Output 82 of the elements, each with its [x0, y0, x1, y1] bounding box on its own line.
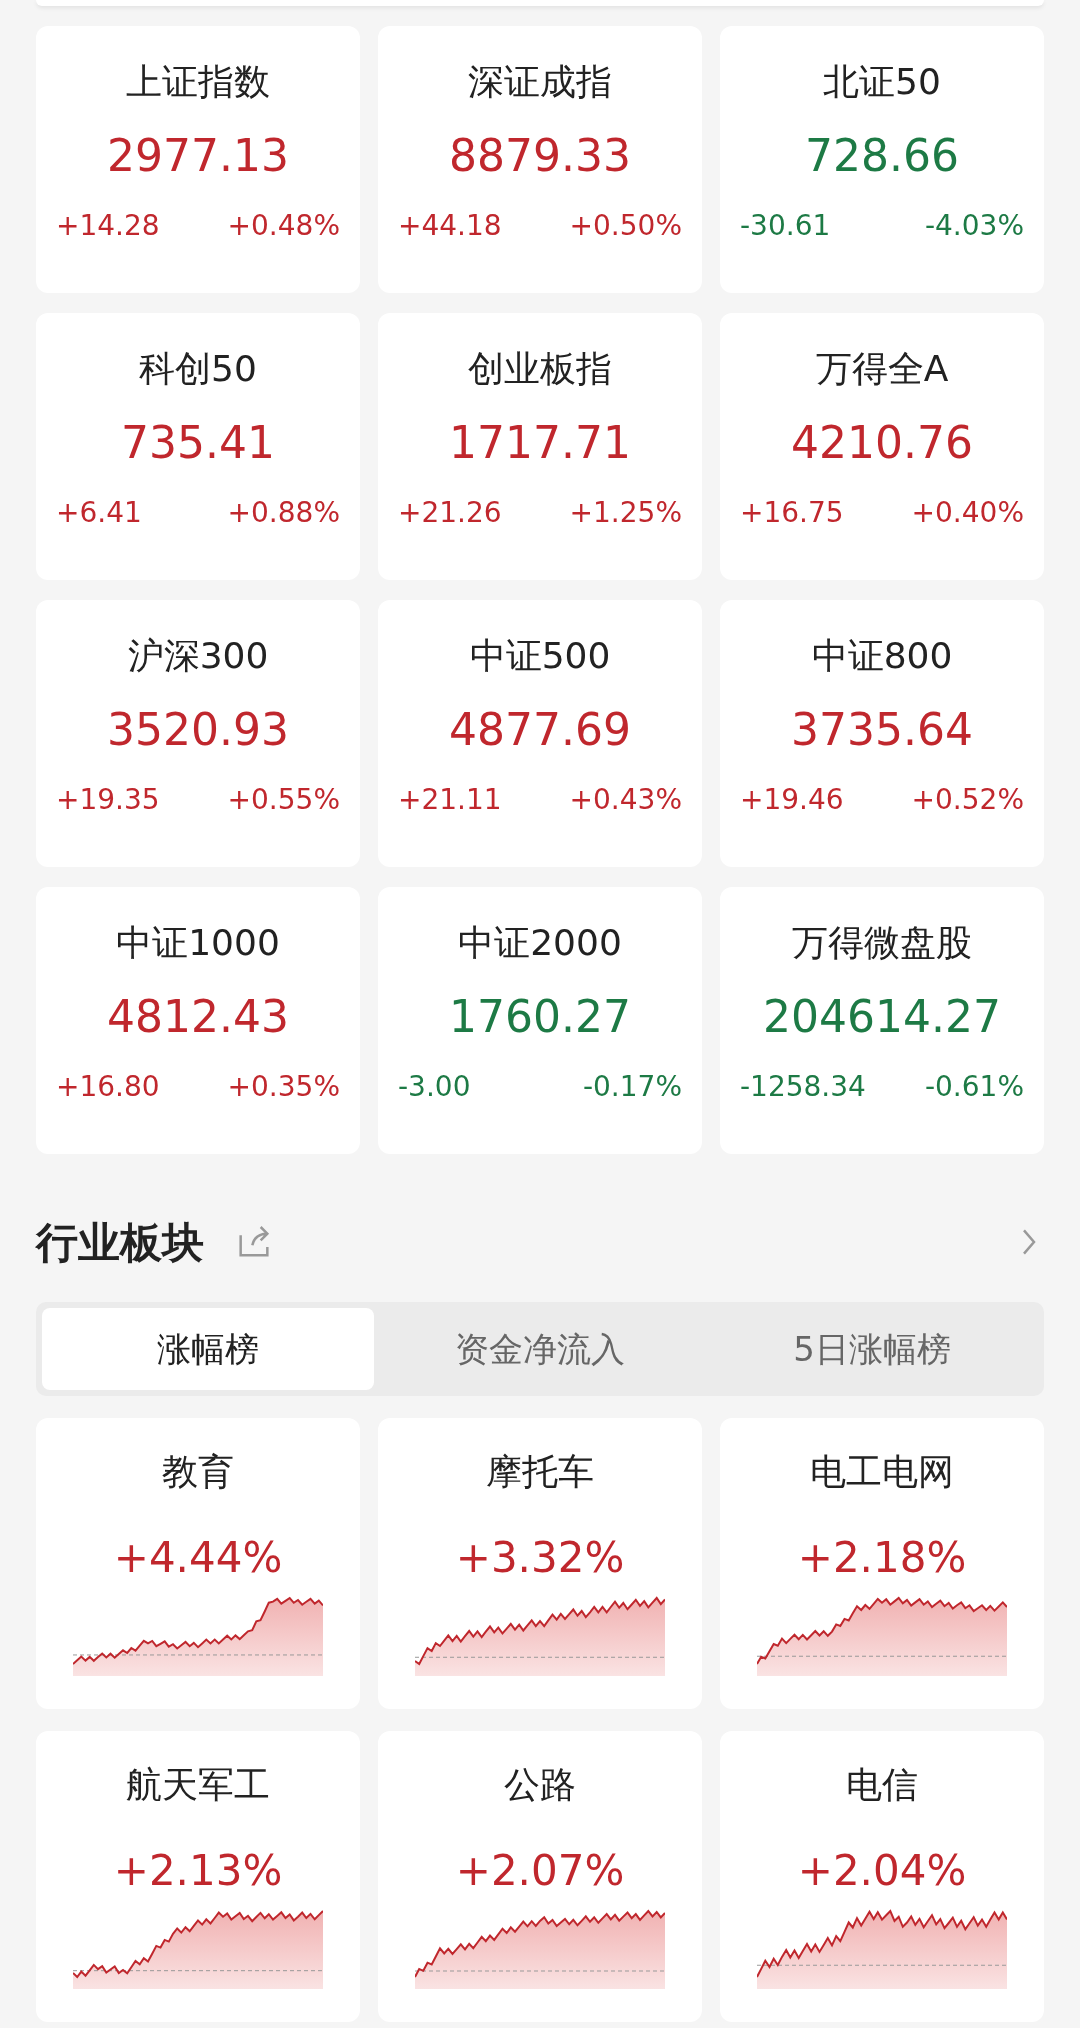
index-value: 4210.76 [791, 417, 973, 469]
index-value: 735.41 [121, 417, 275, 469]
sector-name: 摩托车 [486, 1450, 594, 1494]
change-percent: -0.61% [924, 1069, 1024, 1105]
index-name: 上证指数 [126, 60, 270, 104]
change-value: +19.46 [740, 782, 844, 818]
index-card[interactable]: 科创50 735.41 +6.41 +0.88% [36, 313, 360, 580]
index-value: 4812.43 [107, 991, 289, 1043]
index-value: 4877.69 [449, 704, 631, 756]
sector-percent: +2.13% [113, 1845, 283, 1897]
index-value: 8879.33 [449, 130, 631, 182]
index-value: 1717.71 [449, 417, 631, 469]
tab[interactable]: 涨幅榜 [42, 1308, 374, 1390]
index-value: 3735.64 [791, 704, 973, 756]
index-name: 中证800 [811, 634, 953, 678]
change-value: -3.00 [398, 1069, 471, 1105]
index-card[interactable]: 中证800 3735.64 +19.46 +0.52% [720, 600, 1044, 867]
sector-name: 电工电网 [810, 1450, 954, 1494]
index-name: 万得微盘股 [792, 921, 972, 965]
index-value: 2977.13 [107, 130, 289, 182]
index-name: 中证2000 [458, 921, 622, 965]
change-value: -30.61 [740, 208, 831, 244]
section-title: 行业板块 [36, 1216, 204, 1269]
sector-card[interactable]: 摩托车 +3.32% [378, 1418, 702, 1709]
index-name: 北证50 [823, 60, 941, 104]
index-value: 728.66 [805, 130, 959, 182]
change-percent: +0.35% [227, 1069, 340, 1105]
index-card[interactable]: 创业板指 1717.71 +21.26 +1.25% [378, 313, 702, 580]
index-card[interactable]: 中证2000 1760.27 -3.00 -0.17% [378, 887, 702, 1154]
sector-card[interactable]: 公路 +2.07% [378, 1731, 702, 2022]
sector-name: 教育 [162, 1450, 234, 1494]
index-card[interactable]: 中证1000 4812.43 +16.80 +0.35% [36, 887, 360, 1154]
change-value: +14.28 [56, 208, 160, 244]
sector-card[interactable]: 电工电网 +2.18% [720, 1418, 1044, 1709]
change-percent: +0.55% [227, 782, 340, 818]
index-card[interactable]: 中证500 4877.69 +21.11 +0.43% [378, 600, 702, 867]
change-value: +44.18 [398, 208, 502, 244]
change-percent: +0.88% [227, 495, 340, 531]
index-name: 中证500 [469, 634, 611, 678]
change-value: +6.41 [56, 495, 142, 531]
change-value: +21.26 [398, 495, 502, 531]
index-card[interactable]: 上证指数 2977.13 +14.28 +0.48% [36, 26, 360, 293]
sector-name: 电信 [846, 1763, 918, 1807]
index-card[interactable]: 深证成指 8879.33 +44.18 +0.50% [378, 26, 702, 293]
index-name: 中证1000 [116, 921, 280, 965]
sector-percent: +2.18% [797, 1532, 967, 1584]
index-name: 沪深300 [127, 634, 269, 678]
index-card[interactable]: 万得全A 4210.76 +16.75 +0.40% [720, 313, 1044, 580]
sector-percent: +4.44% [113, 1532, 283, 1584]
change-percent: +0.48% [227, 208, 340, 244]
index-card[interactable]: 沪深300 3520.93 +19.35 +0.55% [36, 600, 360, 867]
index-value: 1760.27 [449, 991, 631, 1043]
tab[interactable]: 5日涨幅榜 [706, 1308, 1038, 1390]
sector-card[interactable]: 电信 +2.04% [720, 1731, 1044, 2022]
sector-name: 公路 [504, 1763, 576, 1807]
sector-card[interactable]: 航天军工 +2.13% [36, 1731, 360, 2022]
change-percent: +1.25% [569, 495, 682, 531]
change-percent: +0.52% [911, 782, 1024, 818]
change-percent: -4.03% [924, 208, 1024, 244]
change-value: +19.35 [56, 782, 160, 818]
index-name: 创业板指 [468, 347, 612, 391]
change-value: -1258.34 [740, 1069, 866, 1105]
change-value: +16.75 [740, 495, 844, 531]
index-value: 204614.27 [763, 991, 1001, 1043]
sector-percent: +2.04% [797, 1845, 967, 1897]
index-name: 科创50 [139, 347, 257, 391]
index-name: 万得全A [815, 347, 949, 391]
sector-percent: +3.32% [455, 1532, 625, 1584]
change-percent: +0.40% [911, 495, 1024, 531]
change-percent: -0.17% [582, 1069, 682, 1105]
index-value: 3520.93 [107, 704, 289, 756]
tab[interactable]: 资金净流入 [374, 1308, 706, 1390]
change-value: +21.11 [398, 782, 502, 818]
sector-card[interactable]: 教育 +4.44% [36, 1418, 360, 1709]
change-percent: +0.43% [569, 782, 682, 818]
sector-percent: +2.07% [455, 1845, 625, 1897]
change-value: +16.80 [56, 1069, 160, 1105]
sector-name: 航天军工 [126, 1763, 270, 1807]
index-name: 深证成指 [468, 60, 612, 104]
index-card[interactable]: 万得微盘股 204614.27 -1258.34 -0.61% [720, 887, 1044, 1154]
change-percent: +0.50% [569, 208, 682, 244]
index-card[interactable]: 北证50 728.66 -30.61 -4.03% [720, 26, 1044, 293]
